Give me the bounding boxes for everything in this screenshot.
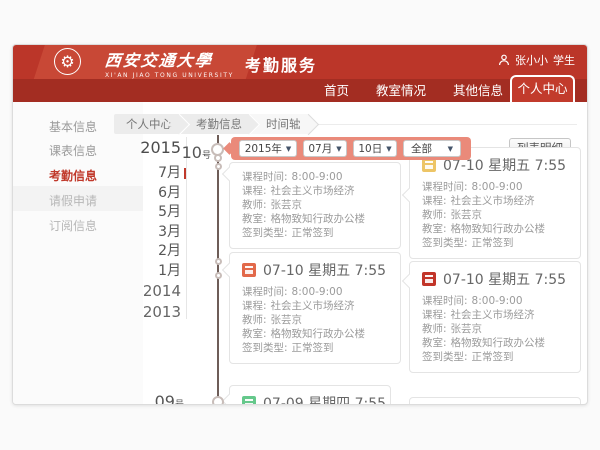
card-field: 课程时间:8:00-9:00: [242, 285, 388, 299]
card-field: 教室:格物致知行政办公楼: [422, 222, 568, 236]
scale-month-mar[interactable]: 3月: [109, 223, 181, 241]
scale-year-2014[interactable]: 2014: [109, 282, 181, 300]
attendance-card: 07-10 星期五 7:55 课程时间:8:00-9:00 课程:社会主义市场经…: [409, 147, 581, 259]
chevron-down-icon: ▼: [386, 145, 391, 153]
filter-bar: 2015年▼ 07月▼ 10日▼ 全部▼: [231, 137, 471, 160]
card-field: 课程时间:8:00-9:00: [422, 294, 568, 308]
card-field: 签到类型:正常签到: [422, 236, 568, 250]
scale-month-jul[interactable]: 7月: [109, 164, 181, 182]
card-header: 07-09 星期四 7:55: [242, 393, 378, 405]
chevron-down-icon: ▼: [286, 145, 291, 153]
card-header: 07-10 星期五 7:55: [242, 260, 388, 280]
breadcrumb-personal-center[interactable]: 个人中心: [114, 114, 180, 134]
page: ⚙ 西安交通大學 XI'AN JIAO TONG UNIVERSITY 考勤服务…: [0, 0, 600, 450]
checkin-type-icon: [422, 272, 436, 286]
chevron-down-icon: ▼: [336, 145, 341, 153]
type-select[interactable]: 全部▼: [403, 140, 461, 157]
nav-classrooms[interactable]: 教室情况: [376, 79, 426, 102]
checkin-type-icon: [422, 158, 436, 172]
attendance-card: 课程时间:8:00-9:00 课程:社会主义市场经济 教师:张芸京 教室:格物致…: [229, 162, 401, 249]
card-field: 教室:格物致知行政办公楼: [422, 336, 568, 350]
card-header: 07-10 星期五 7:55: [422, 269, 568, 289]
card-field: 课程时间:8:00-9:00: [242, 170, 388, 184]
user-info[interactable]: 张小小 学生: [498, 52, 575, 68]
card-field: 签到类型:正常签到: [242, 226, 388, 240]
university-name-zh: 西安交通大學: [104, 47, 235, 71]
header: ⚙ 西安交通大學 XI'AN JIAO TONG UNIVERSITY 考勤服务…: [13, 45, 588, 79]
card-tail: [222, 394, 236, 405]
breadcrumb: 个人中心 考勤信息 时间轴: [114, 114, 309, 134]
main-nav: 首页 教室情况 其他信息: [13, 79, 588, 102]
university-logo-icon: ⚙: [54, 48, 81, 75]
card-field: 课程:社会主义市场经济: [422, 194, 568, 208]
timeline-node: [215, 163, 222, 170]
checkin-type-icon: [242, 396, 256, 405]
scale-month-jan[interactable]: 1月: [109, 262, 181, 280]
card-field: 签到类型:正常签到: [242, 341, 388, 355]
checkin-type-icon: [242, 263, 256, 277]
scale-month-feb[interactable]: 2月: [109, 242, 181, 260]
scale-year-2013[interactable]: 2013: [109, 303, 181, 321]
attendance-card-partial: [409, 397, 581, 405]
timeline-scale-divider: [186, 137, 187, 319]
card-tail: [402, 274, 416, 288]
card-field: 课程时间:8:00-9:00: [422, 180, 568, 194]
university-brand: 西安交通大學 XI'AN JIAO TONG UNIVERSITY: [105, 47, 234, 79]
card-tail: [222, 167, 236, 181]
card-field: 教室:格物致知行政办公楼: [242, 212, 388, 226]
nav-home[interactable]: 首页: [324, 79, 349, 102]
month-select[interactable]: 07月▼: [303, 140, 347, 157]
card-field: 教师:张芸京: [242, 198, 388, 212]
nav-other-info[interactable]: 其他信息: [453, 79, 503, 102]
timeline-node: [215, 258, 222, 265]
day-select[interactable]: 10日▼: [353, 140, 397, 157]
attendance-card: 07-09 星期四 7:55: [229, 385, 391, 405]
user-icon: [498, 54, 510, 66]
user-role: 学生: [553, 52, 575, 68]
scale-month-may[interactable]: 5月: [109, 203, 181, 221]
attendance-card: 07-10 星期五 7:55 课程时间:8:00-9:00 课程:社会主义市场经…: [229, 252, 401, 364]
timeline-node-day09: [212, 396, 224, 405]
user-name: 张小小: [515, 52, 548, 68]
card-title: 07-09 星期四 7:55: [263, 393, 386, 405]
current-month-marker: [184, 168, 186, 179]
card-field: 课程:社会主义市场经济: [422, 308, 568, 322]
card-title: 07-10 星期五 7:55: [443, 269, 566, 289]
app-title: 考勤服务: [245, 52, 317, 76]
card-field: 签到类型:正常签到: [422, 350, 568, 364]
year-select[interactable]: 2015年▼: [239, 140, 297, 157]
day-label-10: 10号: [163, 143, 211, 162]
timeline-node: [214, 154, 222, 162]
timeline-node: [215, 272, 222, 279]
scale-month-jun[interactable]: 6月: [109, 184, 181, 202]
card-title: 07-10 星期五 7:55: [263, 260, 386, 280]
card-field: 教师:张芸京: [422, 322, 568, 336]
app-window: ⚙ 西安交通大學 XI'AN JIAO TONG UNIVERSITY 考勤服务…: [12, 44, 588, 405]
card-field: 教师:张芸京: [422, 208, 568, 222]
card-field: 教师:张芸京: [242, 313, 388, 327]
breadcrumb-divider-line: [313, 124, 577, 125]
university-name-en: XI'AN JIAO TONG UNIVERSITY: [105, 72, 234, 79]
timeline-axis: [217, 135, 219, 405]
attendance-card: 07-10 星期五 7:55 课程时间:8:00-9:00 课程:社会主义市场经…: [409, 261, 581, 373]
card-tail: [402, 188, 416, 202]
card-tail: [222, 263, 236, 277]
card-field: 教室:格物致知行政办公楼: [242, 327, 388, 341]
card-field: 课程:社会主义市场经济: [242, 184, 388, 198]
day-label-09: 09号: [136, 392, 184, 405]
chevron-down-icon: ▼: [448, 145, 453, 153]
nav-personal-center-active-tab[interactable]: 个人中心: [510, 75, 575, 102]
card-field: 课程:社会主义市场经济: [242, 299, 388, 313]
